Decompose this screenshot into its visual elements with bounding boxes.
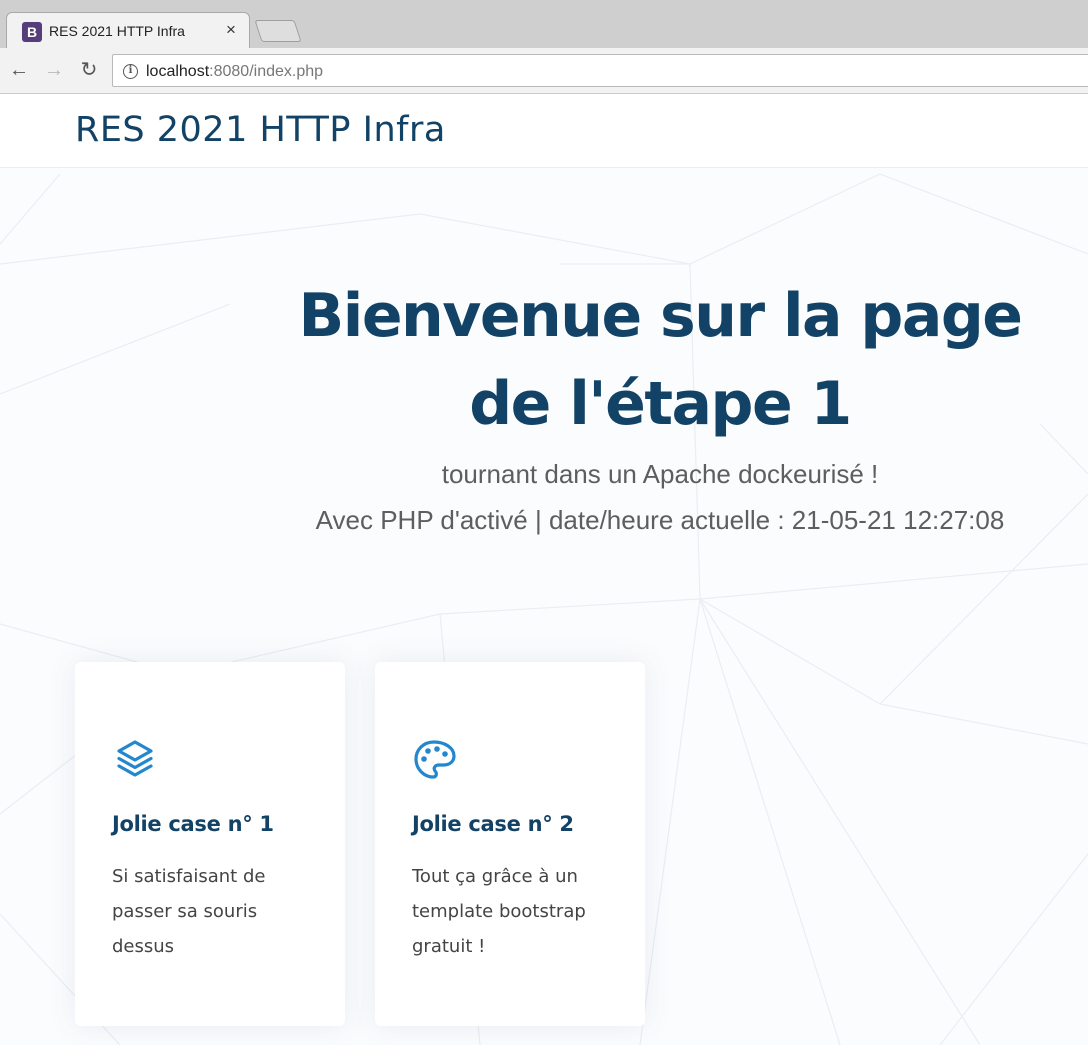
reload-icon[interactable]: ↻ xyxy=(77,58,101,82)
hero-title: Bienvenue sur la page de l'étape 1 xyxy=(230,272,1088,448)
feature-card-2[interactable]: Jolie case n° 2 Tout ça grâce à un templ… xyxy=(375,662,645,1026)
site-info-icon[interactable]: i xyxy=(123,64,138,79)
card-title: Jolie case n° 1 xyxy=(112,812,274,836)
card-text: Si satisfaisant de passer sa souris dess… xyxy=(112,866,266,957)
browser-toolbar: ← → ↻ i localhost:8080/index.php xyxy=(0,48,1088,94)
browser-tab[interactable]: B RES 2021 HTTP Infra × xyxy=(6,12,250,48)
forward-arrow-icon[interactable]: → xyxy=(42,58,66,82)
hero-title-line-1: Bienvenue sur la page xyxy=(298,281,1023,351)
php-datetime-line: Avec PHP d'activé | date/heure actuelle … xyxy=(315,505,1005,535)
back-arrow-icon[interactable]: ← xyxy=(7,58,31,82)
hero-subtitle: tournant dans un Apache dockeurisé ! xyxy=(441,459,879,489)
new-tab-button[interactable] xyxy=(254,20,302,42)
top-navbar: RES 2021 HTTP Infra xyxy=(0,94,1088,168)
layers-icon xyxy=(117,740,153,777)
palette-icon xyxy=(414,740,456,779)
feature-card-1[interactable]: Jolie case n° 1 Si satisfaisant de passe… xyxy=(75,662,345,1026)
site-brand-link[interactable]: RES 2021 HTTP Infra xyxy=(75,108,446,152)
bootstrap-favicon-icon: B xyxy=(22,22,42,42)
url-text[interactable]: localhost:8080/index.php xyxy=(146,62,323,81)
tab-title: RES 2021 HTTP Infra xyxy=(49,23,185,39)
close-tab-icon[interactable]: × xyxy=(226,20,236,40)
address-bar[interactable]: i localhost:8080/index.php xyxy=(112,54,1088,87)
hero-title-line-2: de l'étape 1 xyxy=(469,369,852,439)
url-host: localhost xyxy=(146,63,210,80)
browser-tabstrip: B RES 2021 HTTP Infra × xyxy=(0,0,1088,48)
page-content: RES 2021 HTTP Infra Bienvenue sur la pag… xyxy=(0,94,1088,1045)
card-title: Jolie case n° 2 xyxy=(412,812,574,836)
card-text: Tout ça grâce à un template bootstrap gr… xyxy=(412,866,586,957)
url-path: :8080/index.php xyxy=(209,63,324,80)
